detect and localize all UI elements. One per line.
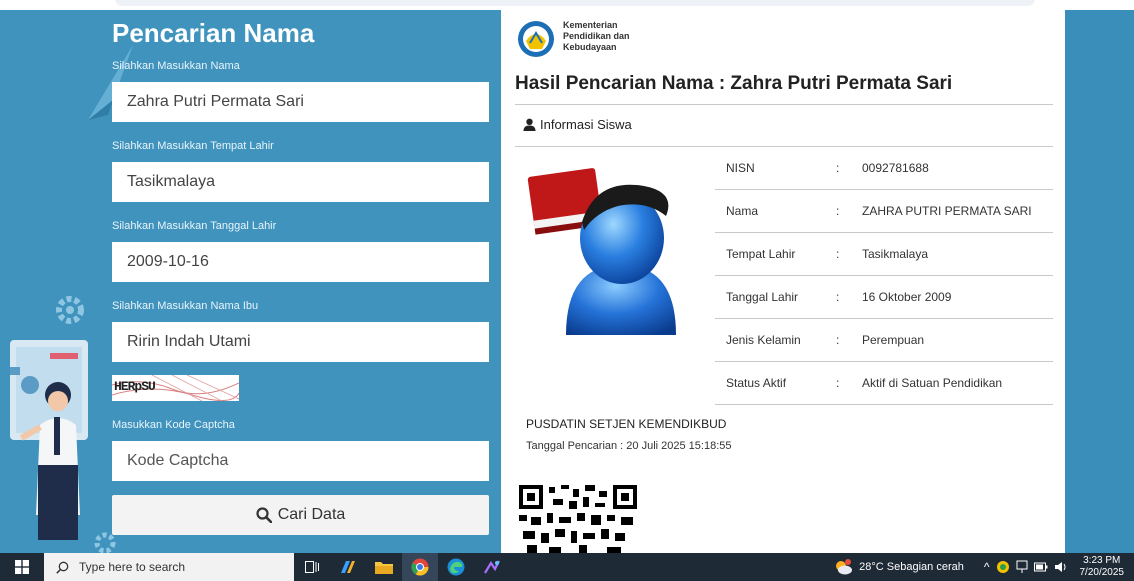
search-button-label: Cari Data xyxy=(277,506,346,523)
weather-text[interactable]: 28°C Sebagian cerah xyxy=(859,561,964,573)
ministry-name: Kementerian Pendidikan dan Kebudayaan xyxy=(563,20,630,52)
name-input[interactable] xyxy=(112,82,489,122)
search-icon xyxy=(56,561,69,574)
right-background xyxy=(1065,10,1134,553)
search-icon xyxy=(256,507,272,523)
form-title: Pencarian Nama xyxy=(112,18,315,48)
divider xyxy=(515,104,1053,105)
network-icon[interactable] xyxy=(1016,560,1028,574)
captcha-input[interactable] xyxy=(112,441,489,481)
sparkle-app-icon xyxy=(484,560,500,574)
qr-code-icon xyxy=(519,485,637,553)
top-strip xyxy=(0,0,1134,10)
mother-name-label: Silahkan Masukkan Nama Ibu xyxy=(112,300,259,312)
start-button[interactable] xyxy=(0,553,44,581)
info-row: Tanggal Lahir : 16 Oktober 2009 xyxy=(715,276,1053,318)
taskbar-search-placeholder: Type here to search xyxy=(79,560,186,574)
search-date: Tanggal Pencarian : 20 Juli 2025 15:18:5… xyxy=(526,440,732,452)
file-explorer-button[interactable] xyxy=(366,553,402,581)
result-title: Hasil Pencarian Nama : Zahra Putri Perma… xyxy=(515,73,953,94)
edge-button[interactable] xyxy=(438,553,474,581)
clock-date: 7/20/2025 xyxy=(1079,567,1125,578)
chrome-button[interactable] xyxy=(402,553,438,581)
birthdate-input[interactable] xyxy=(112,242,489,282)
app-button[interactable] xyxy=(474,553,510,581)
info-row: NISN : 0092781688 xyxy=(715,147,1053,189)
system-tray: 28°C Sebagian cerah ^ 3:23 PM 7/20/2025 xyxy=(833,553,1134,581)
captcha-text: HERpSU xyxy=(114,379,156,394)
section-title: Informasi Siswa xyxy=(523,117,632,132)
weather-icon xyxy=(836,559,853,575)
ministry-logo-icon xyxy=(518,21,554,57)
row-divider xyxy=(715,404,1053,405)
battery-icon[interactable] xyxy=(1033,562,1048,572)
info-row: Status Aktif : Aktif di Satuan Pendidika… xyxy=(715,362,1053,404)
taskbar-clock[interactable]: 3:23 PM 7/20/2025 xyxy=(1074,555,1125,579)
task-view-icon xyxy=(305,561,319,573)
birthplace-value: Tasikmalaya xyxy=(862,247,929,261)
birthdate-label: Silahkan Masukkan Tanggal Lahir xyxy=(112,220,277,232)
chevron-up-icon[interactable]: ^ xyxy=(984,560,990,574)
taskbar: Type here to search 28°C Sebagian cerah … xyxy=(0,553,1134,581)
chrome-icon xyxy=(411,558,429,576)
result-card: Kementerian Pendidikan dan Kebudayaan Ha… xyxy=(501,10,1065,553)
birthplace-label: Silahkan Masukkan Tempat Lahir xyxy=(112,140,274,152)
gear-icon xyxy=(56,296,84,324)
mother-name-input[interactable] xyxy=(112,322,489,362)
nisn-value: 0092781688 xyxy=(862,161,929,175)
name-value: ZAHRA PUTRI PERMATA SARI xyxy=(862,204,1032,218)
student-avatar-icon xyxy=(527,168,676,335)
info-row: Jenis Kelamin : Perempuan xyxy=(715,319,1053,361)
copilot-icon xyxy=(341,561,355,573)
copilot-button[interactable] xyxy=(330,553,366,581)
gender-value: Perempuan xyxy=(862,333,925,347)
active-status-value: Aktif di Satuan Pendidikan xyxy=(862,376,1003,390)
captcha-image: HERpSU xyxy=(112,375,239,401)
search-button[interactable]: Cari Data xyxy=(112,495,489,535)
volume-icon[interactable] xyxy=(1054,561,1068,573)
info-row: Tempat Lahir : Tasikmalaya xyxy=(715,233,1053,275)
user-icon xyxy=(523,118,536,131)
taskbar-search[interactable]: Type here to search xyxy=(44,553,294,581)
tray-app-icon[interactable] xyxy=(996,560,1010,574)
birthdate-value: 16 Oktober 2009 xyxy=(862,290,952,304)
birthplace-input[interactable] xyxy=(112,162,489,202)
info-row: Nama : ZAHRA PUTRI PERMATA SARI xyxy=(715,190,1053,232)
clock-time: 3:23 PM xyxy=(1083,555,1121,566)
teacher-illustration xyxy=(10,340,88,540)
folder-icon xyxy=(375,562,393,574)
task-view-button[interactable] xyxy=(294,553,330,581)
captcha-label: Masukkan Kode Captcha xyxy=(112,419,235,431)
page-background: Pencarian Nama Silahkan Masukkan Nama Si… xyxy=(0,0,1134,553)
edge-icon xyxy=(447,558,465,576)
name-label: Silahkan Masukkan Nama xyxy=(112,60,240,72)
windows-icon xyxy=(15,560,29,574)
footer-org: PUSDATIN SETJEN KEMENDIKBUD xyxy=(526,417,727,431)
